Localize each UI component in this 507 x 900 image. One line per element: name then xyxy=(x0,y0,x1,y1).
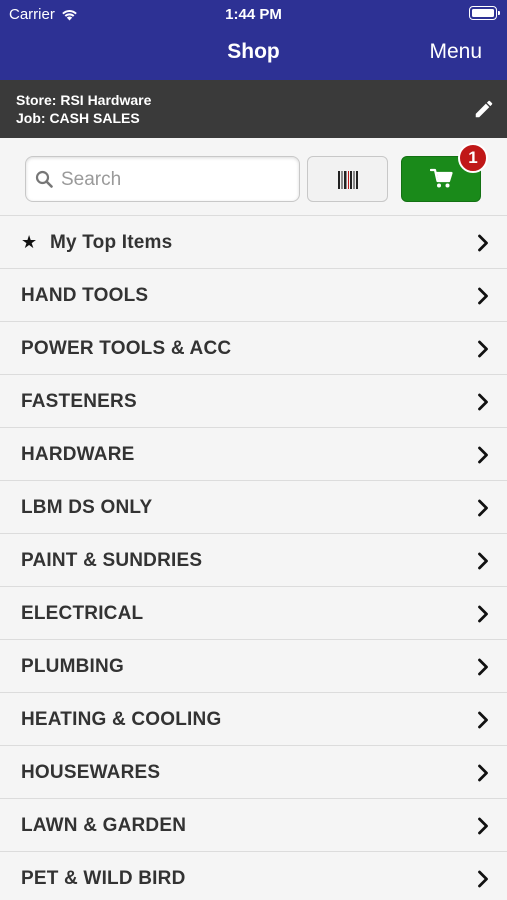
list-item-label: HARDWARE xyxy=(21,444,135,465)
chevron-right-icon xyxy=(478,711,488,729)
list-item-category[interactable]: HOUSEWARES xyxy=(0,746,507,799)
list-item-label: HOUSEWARES xyxy=(21,762,161,783)
chevron-right-icon xyxy=(478,340,488,358)
list-item-category[interactable]: FASTENERS xyxy=(0,375,507,428)
chevron-right-icon xyxy=(478,393,488,411)
list-item-label: ELECTRICAL xyxy=(21,603,144,624)
list-item-category[interactable]: LAWN & GARDEN xyxy=(0,799,507,852)
list-item-category[interactable]: HAND TOOLS xyxy=(0,269,507,322)
list-item-label: PAINT & SUNDRIES xyxy=(21,550,203,571)
search-input[interactable] xyxy=(61,165,291,195)
list-item-label: LAWN & GARDEN xyxy=(21,815,187,836)
star-icon: ★ xyxy=(21,232,38,252)
battery-icon xyxy=(469,6,500,20)
list-item-label: POWER TOOLS & ACC xyxy=(21,338,232,359)
list-item-label: My Top Items xyxy=(50,232,173,253)
clock: 1:44 PM xyxy=(225,6,282,23)
search-box[interactable] xyxy=(25,156,300,202)
store-name: Store: RSI Hardware xyxy=(16,92,152,108)
barcode-icon xyxy=(338,171,358,189)
list-item-category[interactable]: ELECTRICAL xyxy=(0,587,507,640)
list-item-label: HEATING & COOLING xyxy=(21,709,222,730)
navigation-bar: Carrier 1:44 PM Shop Menu xyxy=(0,0,507,80)
list-item-category[interactable]: HEATING & COOLING xyxy=(0,693,507,746)
list-item-my-top-items[interactable]: ★ My Top Items xyxy=(0,216,507,269)
chevron-right-icon xyxy=(478,499,488,517)
status-bar: Carrier 1:44 PM xyxy=(0,0,507,28)
chevron-right-icon xyxy=(478,817,488,835)
list-item-category[interactable]: POWER TOOLS & ACC xyxy=(0,322,507,375)
chevron-right-icon xyxy=(478,870,488,888)
category-list: ★ My Top Items HAND TOOLS POWER TOOLS & … xyxy=(0,216,507,900)
menu-button[interactable]: Menu xyxy=(429,40,482,64)
search-icon xyxy=(35,170,53,188)
chevron-right-icon xyxy=(478,552,488,570)
list-item-label: PLUMBING xyxy=(21,656,124,677)
cart-icon xyxy=(430,168,453,188)
list-item-label: HAND TOOLS xyxy=(21,285,149,306)
list-item-label: LBM DS ONLY xyxy=(21,497,153,518)
list-item-category[interactable]: LBM DS ONLY xyxy=(0,481,507,534)
list-item-category[interactable]: PLUMBING xyxy=(0,640,507,693)
job-name: Job: CASH SALES xyxy=(16,110,140,126)
pencil-icon[interactable] xyxy=(473,98,495,120)
chevron-right-icon xyxy=(478,658,488,676)
search-toolbar xyxy=(0,138,507,216)
chevron-right-icon xyxy=(478,287,488,305)
list-item-category[interactable]: PAINT & SUNDRIES xyxy=(0,534,507,587)
chevron-right-icon xyxy=(478,234,488,252)
list-item-label: PET & WILD BIRD xyxy=(21,868,186,889)
list-item-label: FASTENERS xyxy=(21,391,137,412)
chevron-right-icon xyxy=(478,764,488,782)
barcode-scan-button[interactable] xyxy=(307,156,388,202)
store-info-bar: Store: RSI Hardware Job: CASH SALES xyxy=(0,80,507,138)
cart-count-badge: 1 xyxy=(458,143,488,173)
chevron-right-icon xyxy=(478,605,488,623)
list-item-category[interactable]: HARDWARE xyxy=(0,428,507,481)
chevron-right-icon xyxy=(478,446,488,464)
list-item-category[interactable]: PET & WILD BIRD xyxy=(0,852,507,900)
